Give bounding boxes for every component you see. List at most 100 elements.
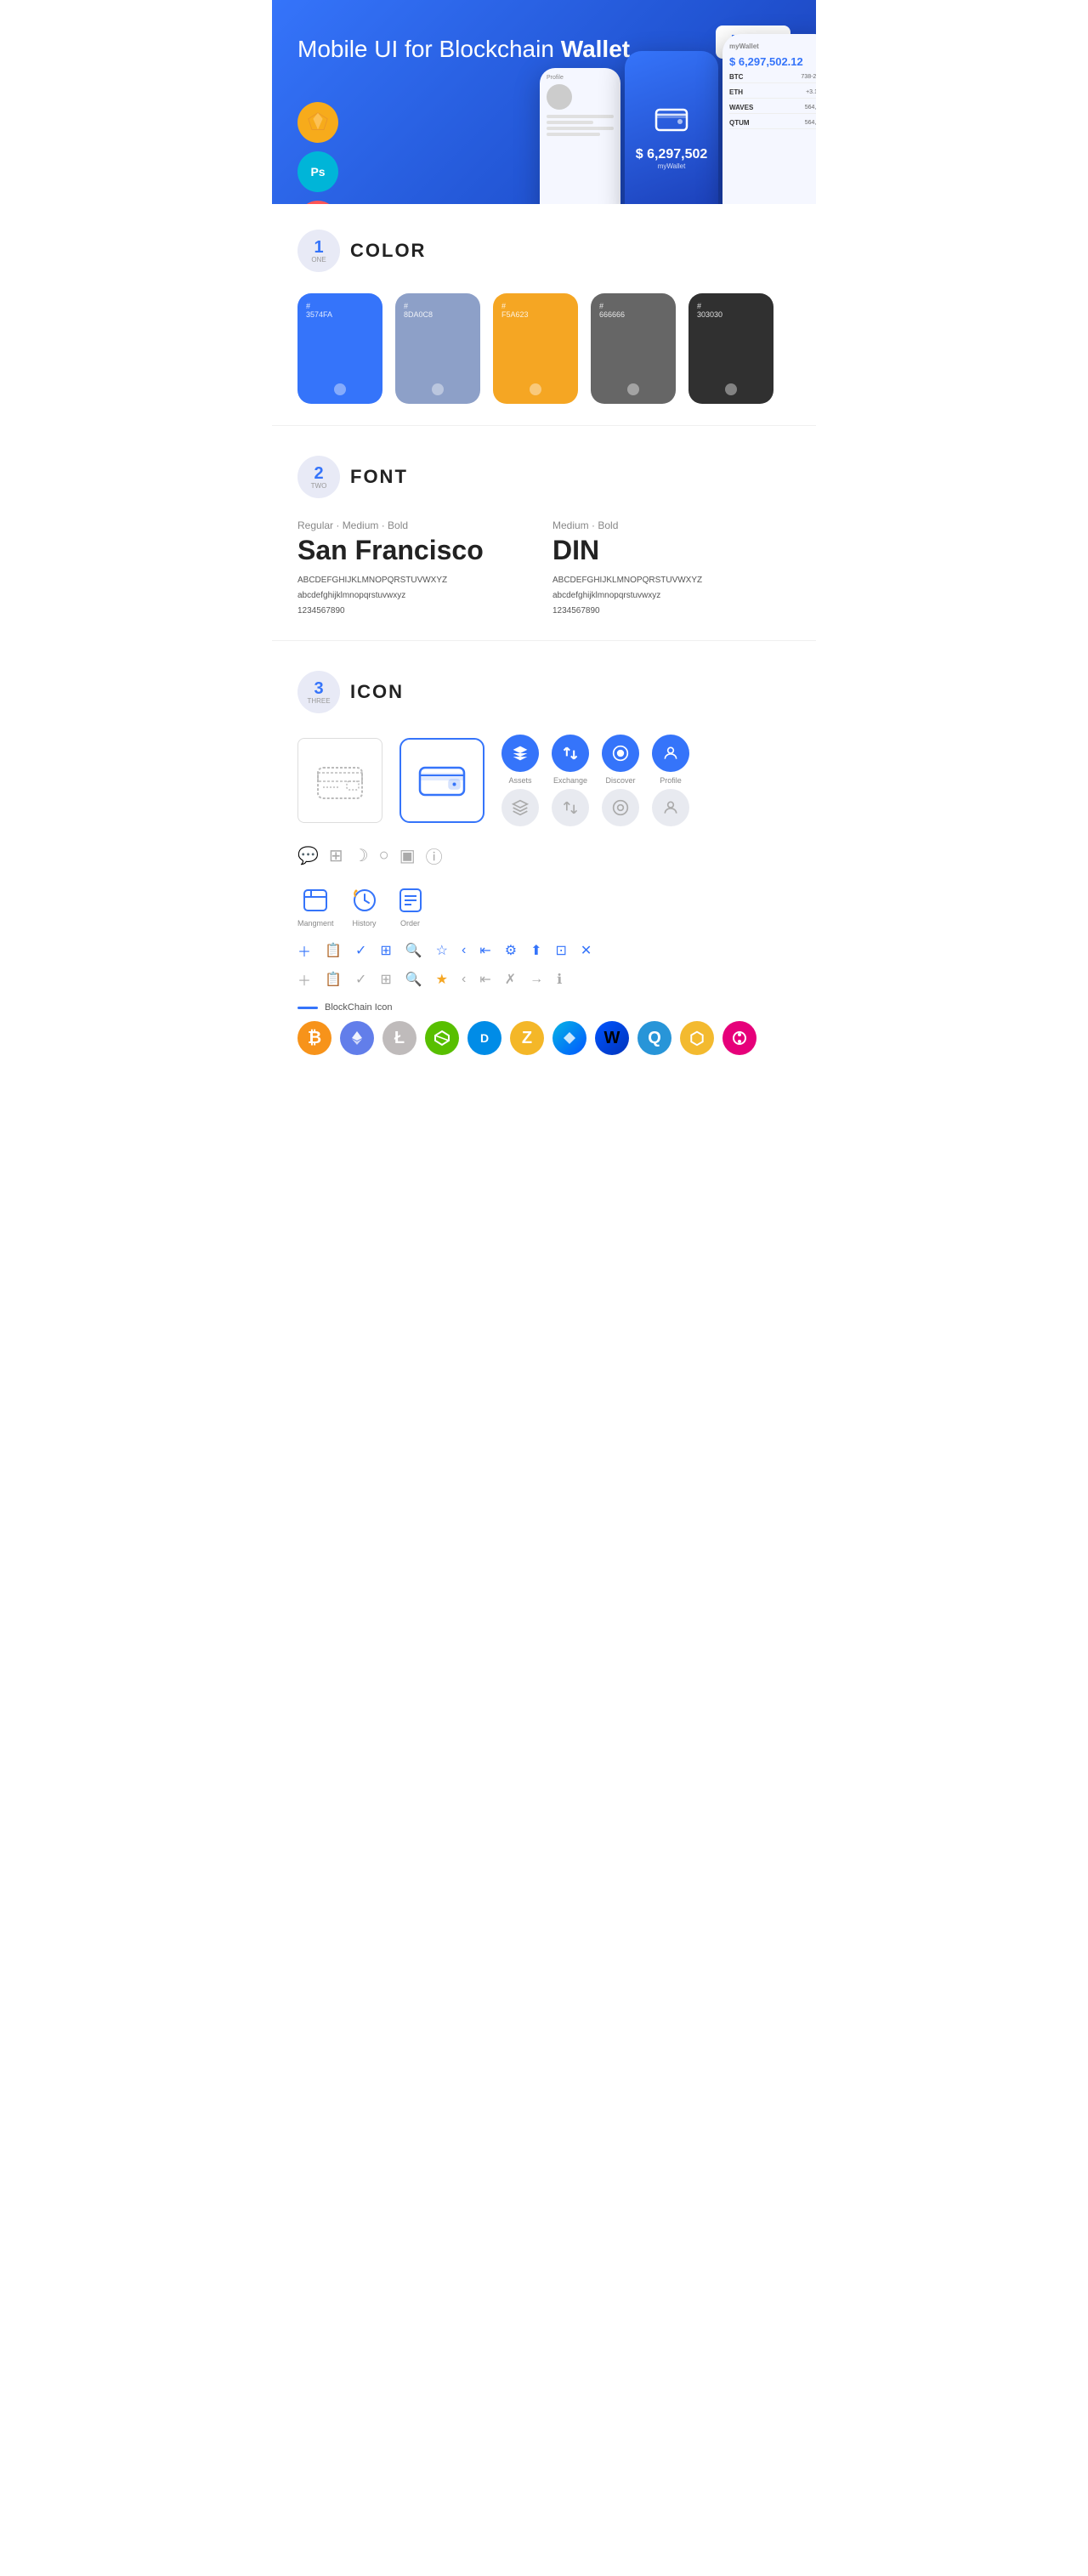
blockchain-label-row: BlockChain Icon [298,1002,790,1013]
check-icon-gray: ✓ [355,971,366,988]
history-icon [349,885,380,916]
scan-icon: ⊡ [556,942,567,959]
ps-label: Ps [310,165,325,179]
phone-mid: $ 6,297,502 myWallet [625,51,718,204]
star-icon-active: ★ [436,971,448,988]
hero-section: Mobile UI for Blockchain Wallet UI Kit P… [272,0,816,204]
document-icon: 📋 [325,942,342,959]
coin-dash: D [468,1021,502,1055]
export-icon: ⬆ [530,942,541,959]
speech-icon: ▣ [400,845,416,866]
coin-neo [425,1021,459,1055]
swatch-gray-blue: #8DA0C8 [395,293,480,404]
check-icon: ✓ [355,942,366,959]
section-3-badge: 3 THREE [298,671,340,713]
phone-amount: $ 6,297,502 [636,147,708,162]
assets-icon-outline [502,789,539,826]
exchange-icon-outline [552,789,589,826]
order-icon-item: Order [395,885,426,928]
nav-icon-group: Assets Exchange [502,735,689,826]
din-uppercase: ABCDEFGHIJKLMNOPQRSTUVWXYZ [552,573,790,588]
assets-icon-filled [502,735,539,772]
circle-icon: ○ [379,846,389,865]
sf-uppercase: ABCDEFGHIJKLMNOPQRSTUVWXYZ [298,573,536,588]
phone-right: myWallet $ 6,297,502.12 BTC738-2003 ETH+… [722,34,816,204]
delete-icon-gray: ✗ [505,971,516,988]
coin-zcash: Z [510,1021,544,1055]
section-2-badge: 2 TWO [298,456,340,498]
din-numbers: 1234567890 [552,604,790,619]
color-swatches: #3574FA #8DA0C8 #F5A623 #666666 #303030 [298,293,790,404]
wallet-icon-big [654,103,688,140]
nav-item-discover: Discover [602,735,639,826]
swatch-dark-gray: #666666 [591,293,676,404]
swatch-blue: #3574FA [298,293,382,404]
sketch-icon [306,111,330,134]
order-icon [395,885,426,916]
swatch-orange: #F5A623 [493,293,578,404]
nav-item-exchange: Exchange [552,735,589,826]
settings-icon[interactable]: ⚙ [505,942,517,959]
icon-main-row: Assets Exchange [298,735,790,868]
search-icon-gray: 🔍 [405,971,422,988]
sf-numbers: 1234567890 [298,604,536,619]
info-icon-gray: ℹ [557,971,562,988]
stack-icon: ⊞ [329,845,343,866]
hero-badges: Ps 60+ Screens [298,102,338,204]
wallet-blue-icon [400,738,484,823]
coin-ltc: Ł [382,1021,416,1055]
sketch-badge [298,102,338,143]
coins-row: ₿ Ł D Z W Q ⬡ [298,1021,790,1055]
screens-badge: 60+ Screens [298,201,338,204]
blockchain-line [298,1007,318,1009]
wallet-wireframe-icon [298,738,382,823]
nav-item-assets: Assets [502,735,539,826]
history-icon-item: History [349,885,380,928]
qr-icon: ⊞ [380,942,391,959]
font-sf: Regular · Medium · Bold San Francisco AB… [298,519,536,619]
sf-lowercase: abcdefghijklmnopqrstuvwxyz [298,588,536,604]
wallet-label: myWallet [658,162,686,170]
icon-section: 3 THREE ICON [272,645,816,1072]
font-din: Medium · Bold DIN ABCDEFGHIJKLMNOPQRSTUV… [552,519,790,619]
icon-section-header: 3 THREE ICON [298,671,790,713]
management-icon-item: Mangment [298,885,334,928]
coin-bnb: ⬡ [680,1021,714,1055]
share-icon: ⇤ [479,942,490,959]
nav-item-profile: Profile [652,735,689,826]
management-icon [300,885,331,916]
toolbar-icons-colored: ＋ 📋 ✓ ⊞ 🔍 ☆ ‹ ⇤ ⚙ ⬆ ⊡ ✕ [298,940,790,961]
coin-dot [722,1021,756,1055]
info-icon: ⓘ [426,843,443,868]
color-section-header: 1 ONE COLOR [298,230,790,272]
bottom-icon-row: Mangment History [298,885,790,928]
share-icon-gray: ⇤ [479,971,490,988]
hero-phones: Profile $ 6,297,502 myWallet myWallet $ … [540,34,816,204]
forward-icon-gray: → [530,972,543,987]
photoshop-badge: Ps [298,151,338,192]
star-icon: ☆ [436,942,448,959]
search-icon[interactable]: 🔍 [405,942,422,959]
discover-icon-outline [602,789,639,826]
font-section: 2 TWO FONT Regular · Medium · Bold San F… [272,430,816,636]
discover-icon-filled [602,735,639,772]
close-icon[interactable]: ✕ [581,942,592,959]
misc-icon-group: 💬 ⊞ ☽ ○ ▣ ⓘ [298,843,443,868]
coin-xlm [552,1021,586,1055]
phone-left: Profile [540,68,620,204]
wallet-svg [654,103,688,133]
section-1-badge: 1 ONE [298,230,340,272]
font-grid: Regular · Medium · Bold San Francisco AB… [298,519,790,619]
profile-icon-filled [652,735,689,772]
add-icon-gray: ＋ [298,969,311,990]
moon-icon: ☽ [354,845,369,866]
coin-eth [340,1021,374,1055]
coin-waves: W [595,1021,629,1055]
add-icon: ＋ [298,940,311,961]
toolbar-icons-gray: ＋ 📋 ✓ ⊞ 🔍 ★ ‹ ⇤ ✗ → ℹ [298,969,790,990]
document-icon-gray: 📋 [325,971,342,988]
font-section-header: 2 TWO FONT [298,456,790,498]
chat-icon: 💬 [298,845,319,866]
exchange-icon-filled [552,735,589,772]
color-section: 1 ONE COLOR #3574FA #8DA0C8 #F5A623 #666… [272,204,816,421]
